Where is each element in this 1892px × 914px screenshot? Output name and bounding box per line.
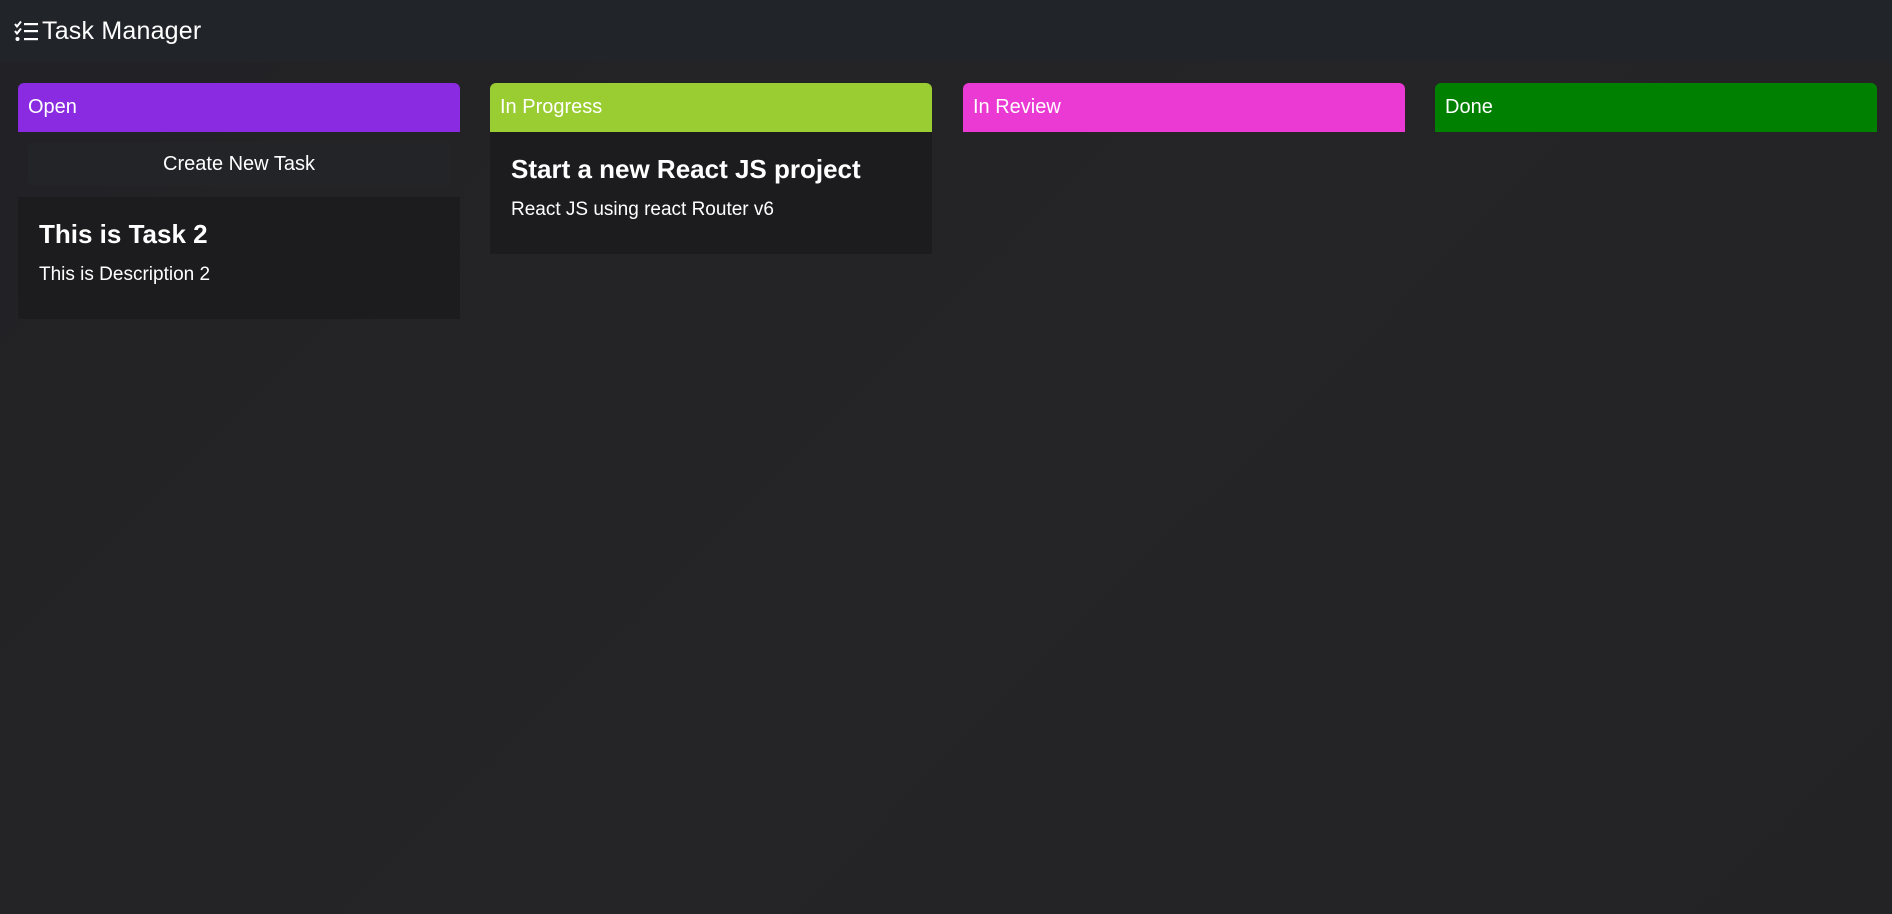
app-title: Task Manager	[42, 16, 202, 45]
create-task-button[interactable]: Create New Task	[28, 142, 450, 186]
task-board: Open Create New Task This is Task 2 This…	[0, 62, 1892, 914]
column-in-progress: In Progress Start a new React JS project…	[490, 83, 932, 254]
column-header-open: Open	[18, 83, 460, 132]
checklist-icon	[14, 19, 40, 43]
task-card[interactable]: This is Task 2 This is Description 2	[18, 197, 460, 319]
task-description: This is Description 2	[39, 264, 211, 285]
column-header-done: Done	[1435, 83, 1877, 132]
column-open: Open Create New Task This is Task 2 This…	[18, 83, 460, 319]
column-done: Done	[1435, 83, 1877, 132]
task-title: Start a new React JS project	[511, 154, 861, 184]
navbar: Task Manager	[0, 0, 1892, 62]
column-header-in-review: In Review	[963, 83, 1405, 132]
column-title: In Review	[973, 96, 1061, 118]
column-header-in-progress: In Progress	[490, 83, 932, 132]
task-card[interactable]: Start a new React JS project React JS us…	[490, 132, 932, 254]
column-title: Open	[28, 96, 77, 118]
column-title: In Progress	[500, 96, 603, 118]
column-title: Done	[1445, 96, 1493, 118]
task-title: This is Task 2	[39, 219, 208, 249]
brand-link[interactable]: Task Manager	[14, 17, 201, 46]
column-in-review: In Review	[963, 83, 1405, 132]
task-description: React JS using react Router v6	[511, 199, 774, 220]
